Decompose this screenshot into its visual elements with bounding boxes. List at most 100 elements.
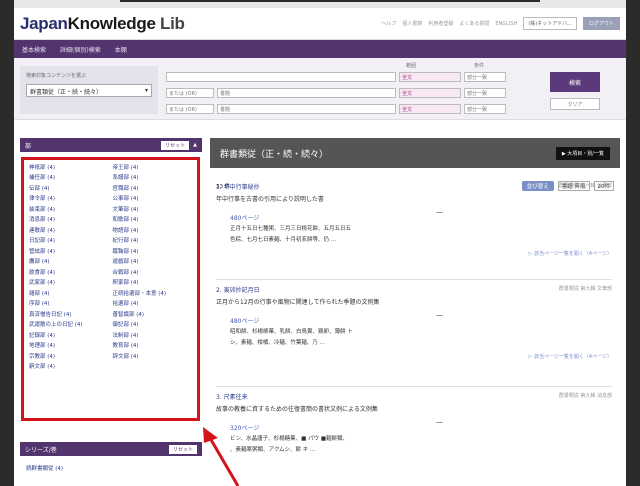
col-header-cond: 条件 [474, 63, 485, 69]
nav-bookshelf[interactable]: 本棚 [115, 45, 127, 54]
header-link-bookshelf[interactable]: 個人書架 [402, 20, 422, 27]
field-select-2[interactable]: 全文 [399, 88, 461, 98]
header-link-english[interactable]: ENGLISH [495, 21, 517, 27]
facet-item[interactable]: 遊戯部 (4) [113, 258, 193, 266]
header-link-register[interactable]: 利用者登録 [428, 20, 453, 27]
search-input-1[interactable] [166, 72, 396, 82]
results-title: 群書類従（正・続・続々） [220, 149, 329, 160]
separator-dash: — [436, 311, 443, 319]
facet-item[interactable]: 合戦部 (4) [113, 269, 193, 277]
facet-item[interactable]: 和歌部 (4) [113, 216, 193, 224]
result-page-link[interactable]: 480ページ [230, 316, 612, 325]
site-logo[interactable]: JapanKnowledge Lib [20, 14, 185, 34]
search-button[interactable]: 検索 [550, 72, 600, 92]
header-link-help[interactable]: ヘルプ [381, 20, 396, 27]
nav-basic-search[interactable]: 基本検索 [22, 45, 46, 54]
facet-item[interactable]: 消息部 (4) [29, 216, 109, 224]
cond-select-1[interactable]: 部分一致 [464, 72, 506, 82]
facet-item[interactable]: 釈家部 (4) [113, 279, 193, 287]
facet-item[interactable]: 紀行部 (4) [113, 237, 193, 245]
facet-item[interactable]: 拾遺部 (4) [113, 300, 193, 308]
facet-item[interactable]: 律令部 (4) [29, 195, 109, 203]
facet-item[interactable]: 管絃部 (4) [29, 248, 109, 256]
facet-item[interactable]: 序部 (4) [29, 300, 109, 308]
toc-link[interactable]: ▶ 大項目・別/一覧 [555, 146, 610, 160]
series-item[interactable]: 続群書類従 (4) [26, 464, 63, 472]
search-input-2[interactable]: 書題 [217, 88, 396, 98]
facet-item[interactable]: 文筆部 (4) [113, 206, 193, 214]
logout-button[interactable]: ログアウト [582, 17, 620, 30]
facet-item[interactable]: 宗教部 (4) [29, 353, 109, 361]
facet-item[interactable]: 飲食部 (4) [29, 269, 109, 277]
facet-item[interactable]: 帝王部 (4) [113, 164, 193, 172]
cond-select-3[interactable]: 部分一致 [464, 104, 506, 114]
facet-item[interactable]: 教育部 (4) [113, 342, 193, 350]
cond-select-2[interactable]: 部分一致 [464, 88, 506, 98]
facet-item[interactable]: 武家部 (4) [29, 279, 109, 287]
facet-item[interactable]: 装束部 (4) [29, 206, 109, 214]
collapse-icon[interactable]: ▲ [193, 142, 197, 148]
outer-frame-right [626, 0, 640, 486]
search-input-3[interactable]: 書題 [217, 104, 396, 114]
operator-select-3[interactable]: または (OR) [166, 104, 214, 114]
result-title[interactable]: 1. 年中行事秘抄 [216, 182, 612, 191]
nav-advanced-search[interactable]: 詳細(個別)検索 [60, 45, 101, 54]
facet-item[interactable]: 官職部 (4) [113, 185, 193, 193]
search-row-1: 全文 部分一致 [166, 72, 506, 82]
facet-item[interactable]: 雑部 (4) [29, 290, 109, 298]
logo-text-japan: Japan [20, 13, 68, 33]
facet-item[interactable]: 地理部 (4) [29, 342, 109, 350]
content-select[interactable]: 群書類従（正・続・続々） ▾ [26, 84, 152, 97]
result-page-link[interactable]: 320ページ [230, 423, 612, 432]
logo-text-knowledge: Knowledge [67, 13, 156, 33]
separator-dash: — [436, 208, 443, 216]
facet-item[interactable]: 蹴鞠部 (4) [113, 248, 193, 256]
result-page-link[interactable]: 480ページ [230, 213, 612, 222]
outer-frame-line [120, 0, 540, 2]
result-title[interactable]: 2. 寅卯抄記月日 [216, 285, 612, 294]
header-link-faq[interactable]: よくある質問 [459, 20, 489, 27]
facet-item[interactable]: 物語部 (4) [113, 227, 193, 235]
operator-select-2[interactable]: または (OR) [166, 88, 214, 98]
snippet-line: 昭和餅、杉楊柳菓、乳餅、白鳥糞、鶏卵、薄餅 ト [230, 329, 353, 335]
user-account-box[interactable]: (株)ネットアドバ... [523, 17, 577, 30]
facet-item[interactable]: 法制部 (4) [113, 332, 193, 340]
series-header: シリーズ/巻 リセット [20, 442, 202, 456]
result-item: 3. 尺素往来 群書類従 第九輯 消息部 故事の教養に資するための往復書簡の書状文例… [216, 392, 612, 460]
facet-item[interactable]: 辞文部 (4) [113, 353, 193, 361]
series-title: シリーズ/巻 [25, 446, 57, 454]
result-item: 1. 年中行事秘抄 群書類従 第六輯 公事部 年中行事を古書の引用により説明した書 4… [216, 182, 612, 257]
snippet-line: 、素麺寒粥類、アクムシ、餅 キ ... [230, 447, 316, 453]
facet-item[interactable]: 真済僧告日記 (4) [29, 311, 109, 319]
search-row-2: または (OR) 書題 全文 部分一致 [166, 88, 506, 98]
series-reset-button[interactable]: リセット [168, 444, 197, 454]
chevron-down-icon: ▾ [144, 87, 148, 94]
facet-item[interactable]: 正続拾遺部・本意 (4) [113, 290, 193, 298]
facet-item[interactable]: 系譜部 (4) [113, 174, 193, 182]
field-select-3[interactable]: 全文 [399, 104, 461, 114]
facet-item[interactable]: 補任部 (4) [29, 174, 109, 182]
logo-text-lib: Lib [155, 13, 185, 33]
clear-button[interactable]: クリア [550, 98, 600, 110]
result-snippet: 480ページ 正月十五日七種粥、三月三日桃花餅、五月五日五 色粽、七月七日素麺、十月… [230, 213, 612, 244]
facet-item[interactable]: 日記部 (4) [29, 237, 109, 245]
facet-title: 部 [25, 142, 32, 150]
field-select-1[interactable]: 全文 [399, 72, 461, 82]
facet-item[interactable]: 神祇部 (4) [29, 164, 109, 172]
facet-item[interactable]: 記録部 (4) [29, 332, 109, 340]
more-pages-link[interactable]: ▷ 該当ページ一覧を開く（4ページ） [216, 250, 612, 257]
facet-item[interactable]: 御記部 (4) [113, 321, 193, 329]
facet-item[interactable]: 鷹部 (4) [29, 258, 109, 266]
facet-item[interactable]: 善智識部 (4) [113, 311, 193, 319]
result-snippet: 480ページ 昭和餅、杉楊柳菓、乳餅、白鳥糞、鶏卵、薄餅 トシ、素麺、柑橘、冷麺、… [230, 316, 612, 347]
result-title[interactable]: 3. 尺素往来 [216, 392, 612, 401]
facet-item[interactable]: 辭文部 (4) [29, 363, 109, 371]
facet-item[interactable]: 武運敵の上の日記 (4) [29, 321, 109, 329]
result-description: 故事の教養に資するための往復書簡の書状文例による文例集 [216, 406, 378, 413]
facet-reset-button[interactable]: リセット [161, 140, 190, 150]
facet-item[interactable]: 伝部 (4) [29, 185, 109, 193]
facet-item[interactable] [113, 363, 193, 371]
more-pages-link[interactable]: ▷ 該当ページ一覧を開く（4ページ） [216, 353, 612, 360]
facet-item[interactable]: 公事部 (4) [113, 195, 193, 203]
facet-item[interactable]: 連歌部 (4) [29, 227, 109, 235]
